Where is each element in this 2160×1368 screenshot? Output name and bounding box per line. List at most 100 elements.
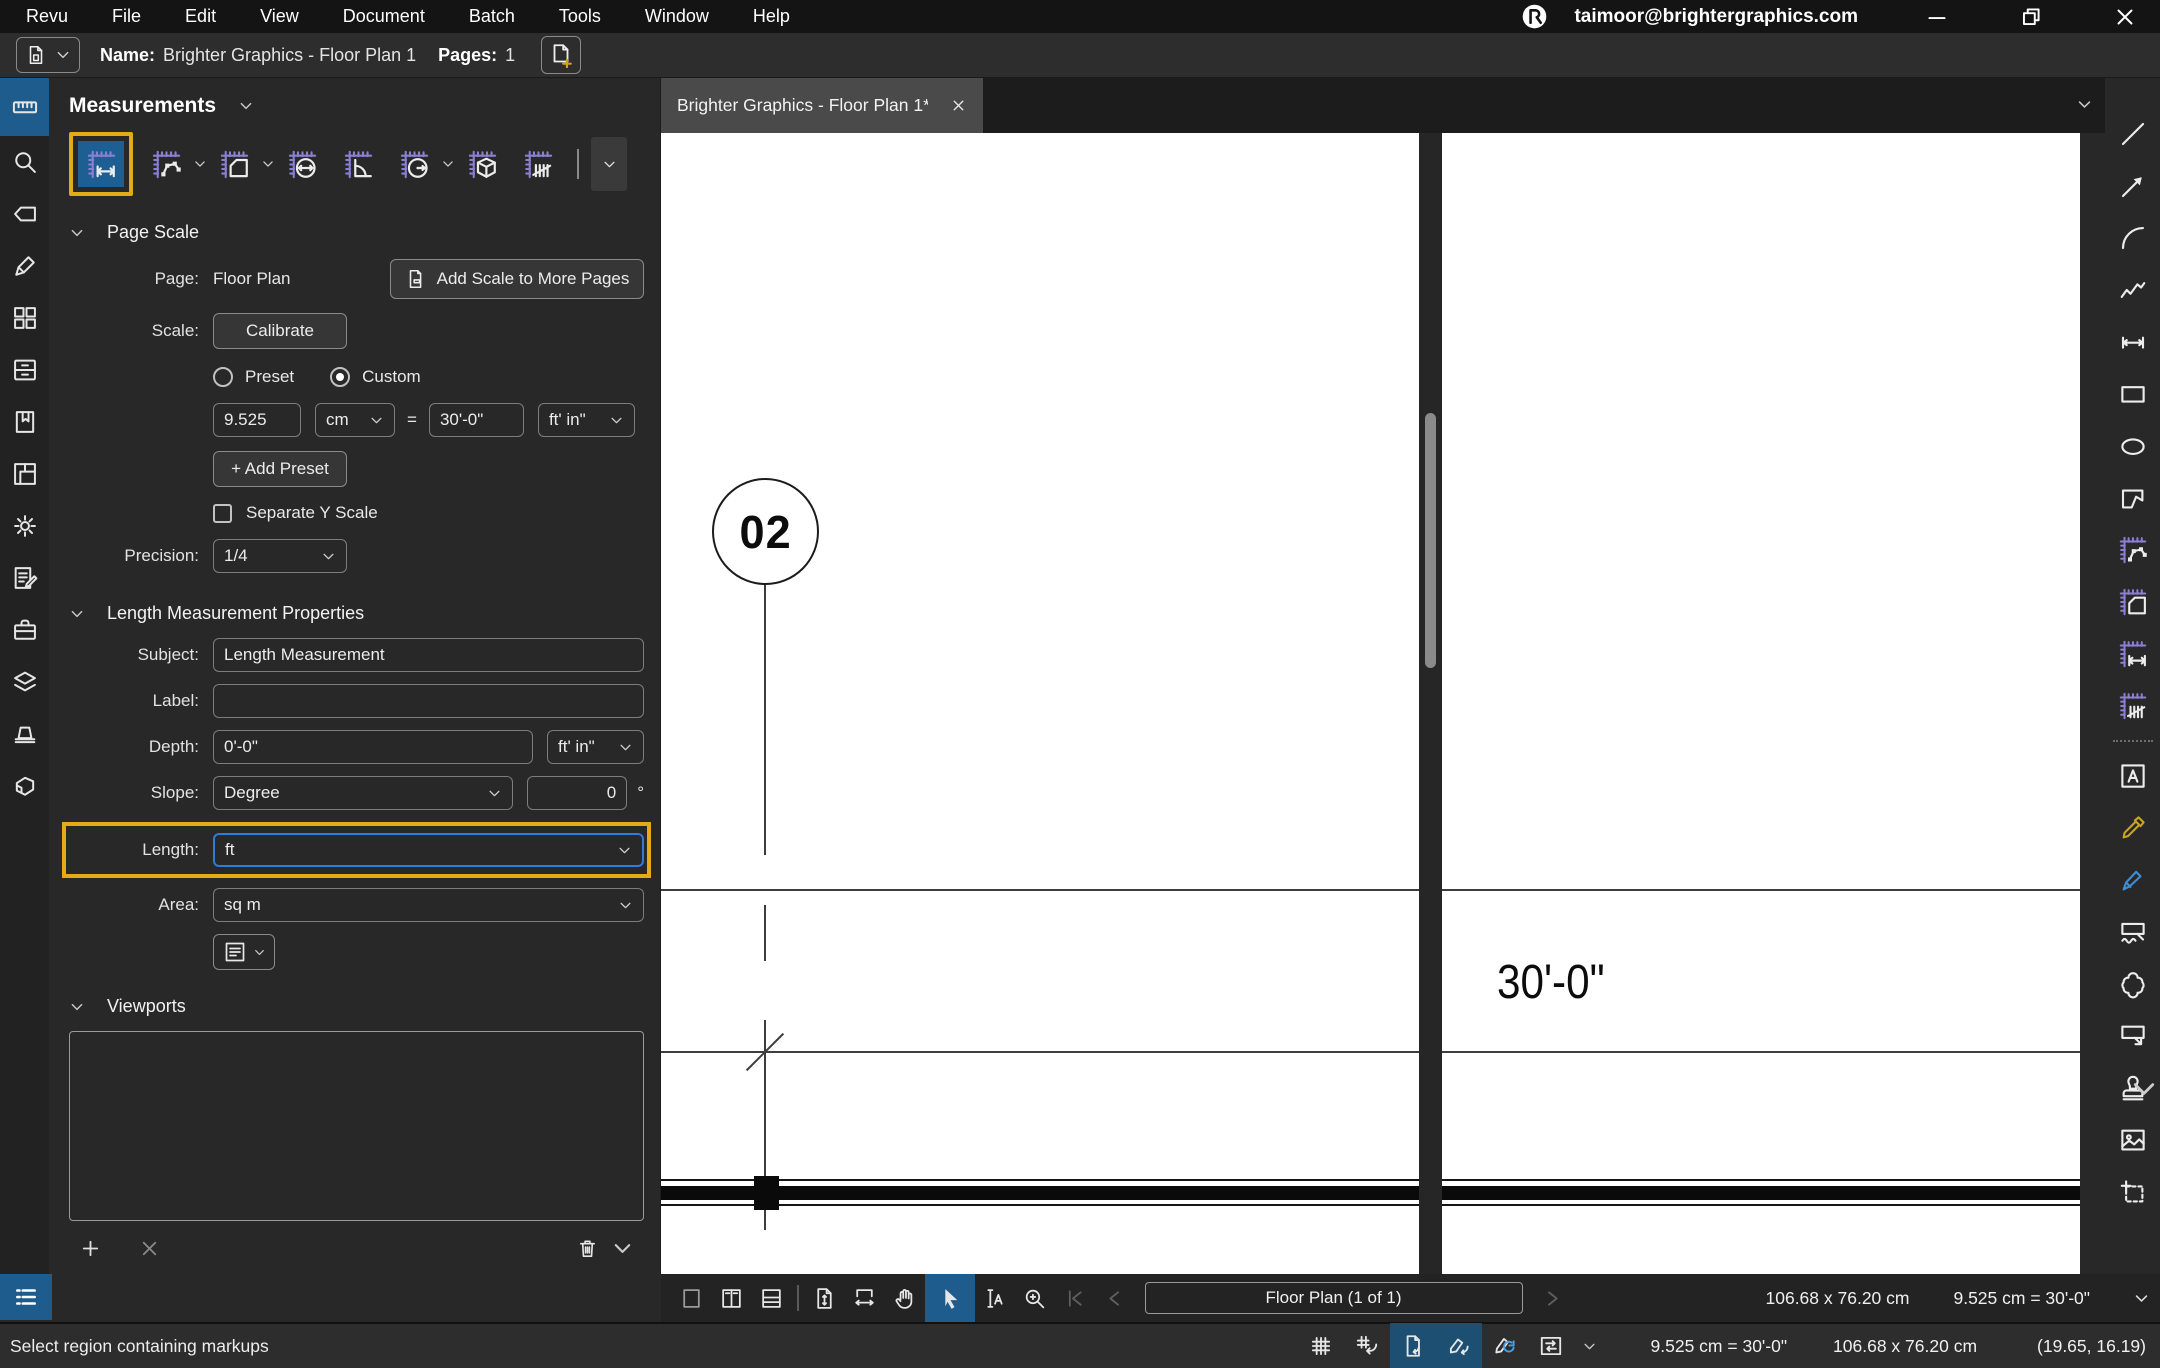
tab-close-icon[interactable]: [950, 97, 967, 114]
menu-window[interactable]: Window: [645, 6, 709, 27]
tool-meas-length[interactable]: [78, 141, 124, 187]
markup-tool-callout-arrow[interactable]: [2105, 1010, 2160, 1062]
sidebar-tab-layers[interactable]: [0, 656, 49, 708]
chevron-down-icon[interactable]: [193, 157, 207, 171]
scale-to-unit-select[interactable]: ft' in": [538, 403, 635, 437]
tool-meas-radius[interactable]: [391, 141, 437, 187]
sync-views-toggle[interactable]: [1528, 1323, 1574, 1368]
scale-value-input[interactable]: [213, 403, 301, 437]
add-preset-button[interactable]: + Add Preset: [213, 451, 347, 487]
single-pane-button[interactable]: [671, 1274, 711, 1322]
account-email[interactable]: taimoor@brightergraphics.com: [1574, 6, 1858, 28]
tool-meas-count[interactable]: [515, 141, 561, 187]
depth-input[interactable]: [213, 730, 533, 764]
select-text-button[interactable]: [975, 1274, 1015, 1322]
markup-tool-meas-count[interactable]: [2105, 680, 2160, 732]
sidebar-tab-spaces[interactable]: [0, 448, 49, 500]
menu-tools[interactable]: Tools: [559, 6, 601, 27]
markup-tool-meas-area[interactable]: [2105, 576, 2160, 628]
split-horizontal-button[interactable]: [751, 1274, 791, 1322]
length-unit-select[interactable]: ft: [213, 833, 644, 867]
precision-select[interactable]: 1/4: [213, 539, 347, 573]
markups-list-toggle[interactable]: [0, 1274, 52, 1320]
sidebar-tab-library[interactable]: [0, 708, 49, 760]
label-input[interactable]: [213, 684, 644, 718]
previous-page-button[interactable]: [1095, 1274, 1135, 1322]
first-page-button[interactable]: [1055, 1274, 1095, 1322]
markup-tool-polygon[interactable]: [2105, 472, 2160, 524]
sidebar-tab-search[interactable]: [0, 136, 49, 188]
sidebar-tab-tag[interactable]: [0, 188, 49, 240]
markup-tool-dim-line[interactable]: [2105, 316, 2160, 368]
area-unit-select[interactable]: sq m: [213, 888, 644, 922]
delete-trash-button[interactable]: [576, 1237, 599, 1260]
sidebar-tab-model3d[interactable]: [0, 760, 49, 812]
markup-tool-highlighter[interactable]: [2105, 802, 2160, 854]
markup-tool-cloud[interactable]: [2105, 958, 2160, 1010]
sidebar-tab-bookmark[interactable]: [0, 396, 49, 448]
markup-tool-stamp[interactable]: [2105, 1062, 2160, 1114]
tool-meas-angle[interactable]: [335, 141, 381, 187]
select-button[interactable]: [925, 1274, 975, 1322]
chevron-down-icon[interactable]: [238, 98, 254, 114]
markup-tool-polyline[interactable]: [2105, 264, 2160, 316]
sidebar-tab-drawer[interactable]: [0, 344, 49, 396]
sidebar-tab-thumbnails[interactable]: [0, 292, 49, 344]
zoom-button[interactable]: [1015, 1274, 1055, 1322]
next-page-button[interactable]: [1533, 1274, 1573, 1322]
sidebar-tab-summary[interactable]: [0, 552, 49, 604]
close-button[interactable]: [2112, 4, 2138, 30]
separate-y-scale-checkbox[interactable]: [213, 504, 232, 523]
toolbar-overflow-chevron-icon[interactable]: [2133, 1290, 2150, 1307]
tab-floor-plan[interactable]: Brighter Graphics - Floor Plan 1*: [661, 78, 983, 133]
length-props-header[interactable]: Length Measurement Properties: [69, 603, 644, 624]
scale-unit-select[interactable]: cm: [315, 403, 395, 437]
markup-tool-arc[interactable]: [2105, 212, 2160, 264]
markup-tool-ellipse[interactable]: [2105, 420, 2160, 472]
tool-meas-volume[interactable]: [459, 141, 505, 187]
tool-meas-polylength[interactable]: [143, 141, 189, 187]
tool-meas-area[interactable]: [211, 141, 257, 187]
markup-tool-rect[interactable]: [2105, 368, 2160, 420]
menu-document[interactable]: Document: [343, 6, 425, 27]
chevron-down-icon[interactable]: [611, 1237, 634, 1260]
snap-to-content-toggle[interactable]: [1390, 1323, 1436, 1368]
tab-list-chevron-icon[interactable]: [2076, 96, 2093, 113]
markup-tool-callout[interactable]: [2105, 906, 2160, 958]
pan-button[interactable]: [885, 1274, 925, 1322]
chevron-down-icon[interactable]: [261, 157, 275, 171]
drawing-canvas[interactable]: 02 30'-0": [661, 133, 2080, 1274]
snap-to-grid-toggle[interactable]: [1344, 1323, 1390, 1368]
menu-file[interactable]: File: [112, 6, 141, 27]
menu-batch[interactable]: Batch: [469, 6, 515, 27]
calibrate-button[interactable]: Calibrate: [213, 313, 347, 349]
sidebar-tab-gear[interactable]: [0, 500, 49, 552]
fit-page-button[interactable]: [805, 1274, 845, 1322]
menu-view[interactable]: View: [260, 6, 299, 27]
page-navigation-field[interactable]: Floor Plan (1 of 1): [1145, 1282, 1523, 1314]
reuse-markup-toggle[interactable]: [1482, 1323, 1528, 1368]
markup-tool-image[interactable]: [2105, 1114, 2160, 1166]
file-menu-button[interactable]: [16, 37, 80, 73]
viewports-header[interactable]: Viewports: [69, 996, 644, 1017]
canvas-vertical-scrollbar[interactable]: [1419, 133, 1442, 1274]
appearance-style-button[interactable]: [213, 934, 275, 970]
scrollbar-thumb[interactable]: [1425, 413, 1436, 668]
fit-width-button[interactable]: [845, 1274, 885, 1322]
slope-type-select[interactable]: Degree: [213, 776, 513, 810]
slope-value-input[interactable]: [527, 776, 627, 810]
tool-meas-diameter[interactable]: [279, 141, 325, 187]
minimize-button[interactable]: [1924, 4, 1950, 30]
sidebar-tab-toolbox[interactable]: [0, 604, 49, 656]
toolbar-overflow-button[interactable]: [591, 137, 627, 191]
preset-radio[interactable]: [213, 367, 233, 387]
sidebar-tab-ruler[interactable]: [0, 78, 49, 136]
markup-tool-line[interactable]: [2105, 108, 2160, 160]
viewports-list[interactable]: [69, 1031, 644, 1221]
custom-radio[interactable]: [330, 367, 350, 387]
markup-tool-arrow[interactable]: [2105, 160, 2160, 212]
snap-to-markup-toggle[interactable]: [1436, 1323, 1482, 1368]
chevron-down-icon[interactable]: [1582, 1339, 1597, 1354]
depth-unit-select[interactable]: ft' in": [547, 730, 644, 764]
menu-edit[interactable]: Edit: [185, 6, 216, 27]
